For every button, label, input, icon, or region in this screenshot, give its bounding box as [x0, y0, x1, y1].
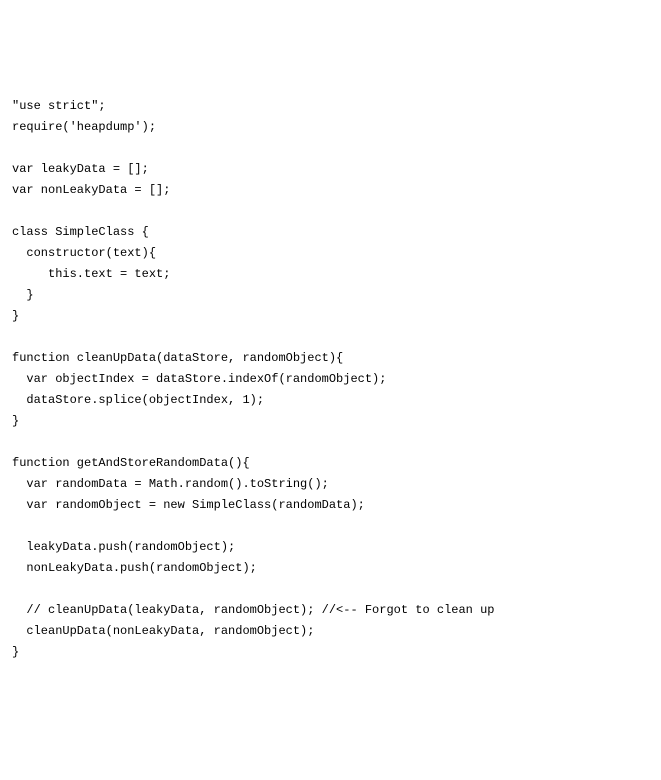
code-line: var randomObject = new SimpleClass(rando…	[12, 495, 649, 516]
code-line: }	[12, 306, 649, 327]
code-line: var objectIndex = dataStore.indexOf(rand…	[12, 369, 649, 390]
code-line: this.text = text;	[12, 264, 649, 285]
code-line: constructor(text){	[12, 243, 649, 264]
code-line: cleanUpData(nonLeakyData, randomObject);	[12, 621, 649, 642]
code-line: }	[12, 411, 649, 432]
code-line	[12, 516, 649, 537]
code-line: // cleanUpData(leakyData, randomObject);…	[12, 600, 649, 621]
code-line: nonLeakyData.push(randomObject);	[12, 558, 649, 579]
code-line: function getAndStoreRandomData(){	[12, 453, 649, 474]
code-line	[12, 432, 649, 453]
code-block: "use strict";require('heapdump'); var le…	[12, 96, 649, 663]
code-line: var leakyData = [];	[12, 159, 649, 180]
code-line: dataStore.splice(objectIndex, 1);	[12, 390, 649, 411]
code-line: var randomData = Math.random().toString(…	[12, 474, 649, 495]
code-line: class SimpleClass {	[12, 222, 649, 243]
code-line	[12, 327, 649, 348]
code-line: }	[12, 642, 649, 663]
code-line	[12, 138, 649, 159]
code-line: }	[12, 285, 649, 306]
code-line: function cleanUpData(dataStore, randomOb…	[12, 348, 649, 369]
code-line: require('heapdump');	[12, 117, 649, 138]
code-line	[12, 201, 649, 222]
code-line	[12, 579, 649, 600]
code-line: var nonLeakyData = [];	[12, 180, 649, 201]
code-line: leakyData.push(randomObject);	[12, 537, 649, 558]
code-line: "use strict";	[12, 96, 649, 117]
